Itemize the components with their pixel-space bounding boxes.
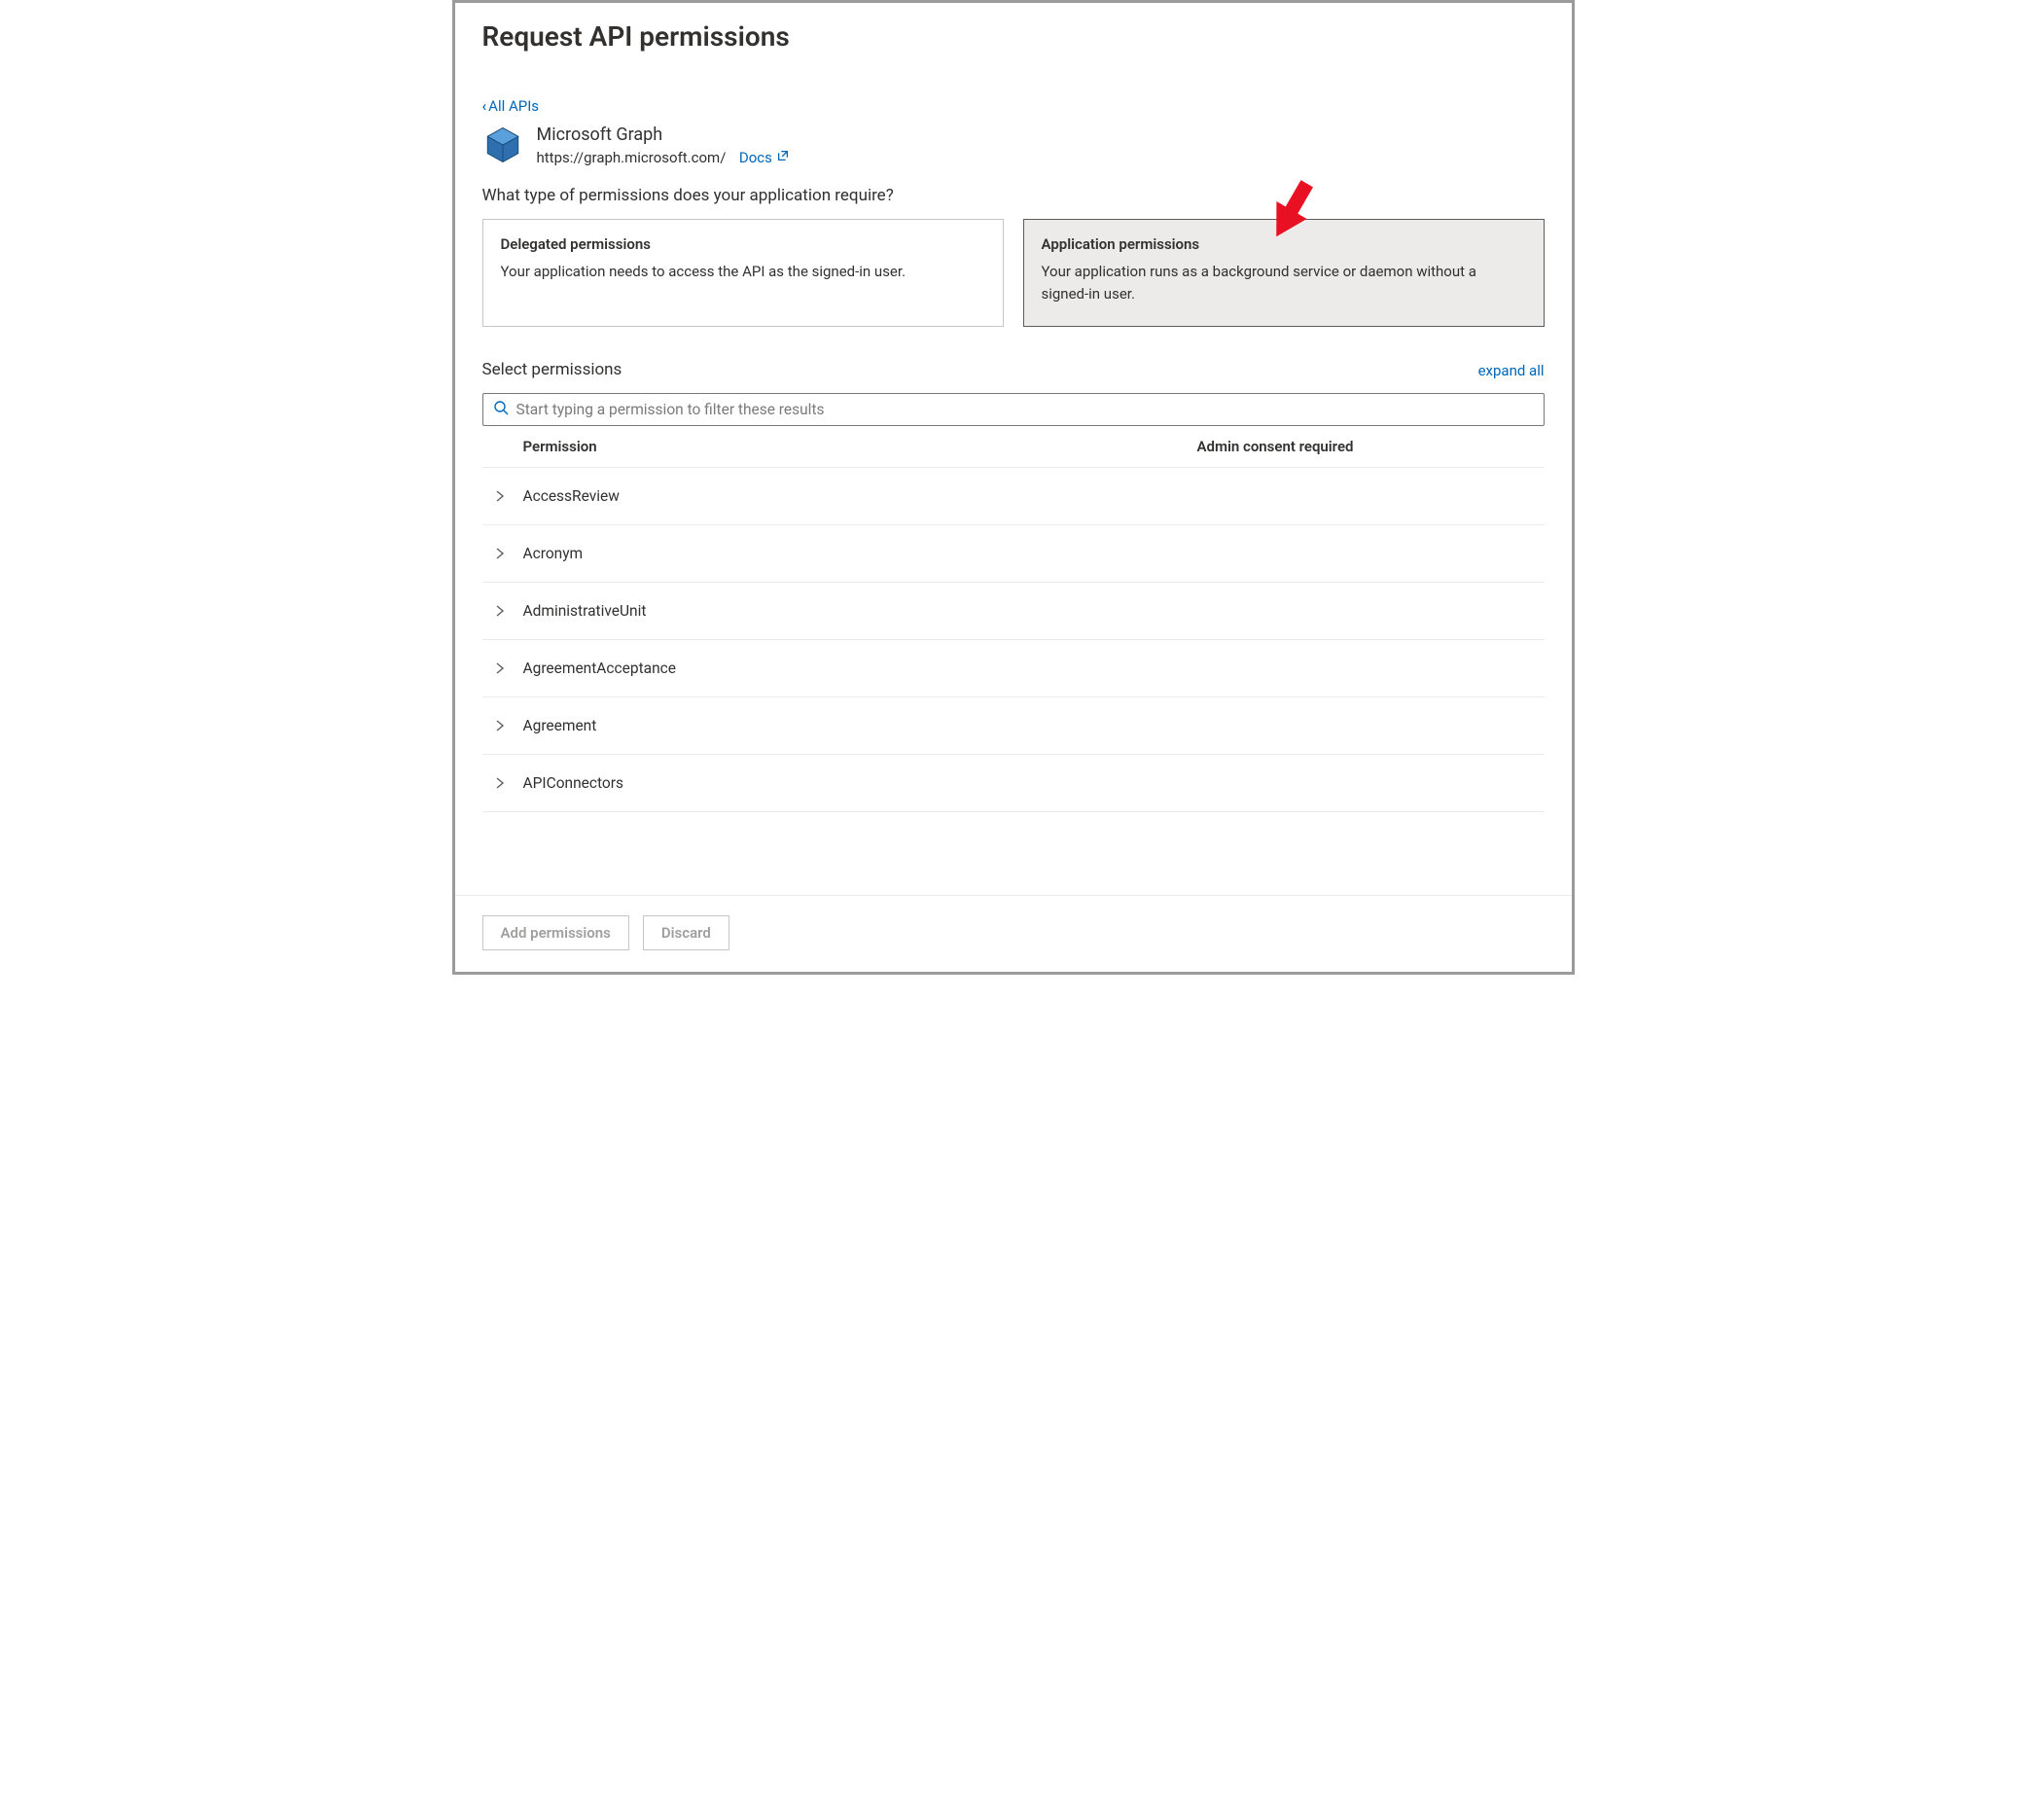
api-name: Microsoft Graph — [537, 125, 790, 145]
permission-label: AgreementAcceptance — [523, 660, 676, 677]
permission-label: AdministrativeUnit — [523, 602, 647, 620]
delegated-permissions-card[interactable]: Delegated permissions Your application n… — [482, 219, 1004, 327]
permission-label: APIConnectors — [523, 774, 624, 792]
permission-row[interactable]: Acronym — [482, 524, 1545, 582]
chevron-right-icon — [494, 777, 506, 789]
permission-type-cards: Delegated permissions Your application n… — [482, 219, 1545, 327]
discard-button[interactable]: Discard — [643, 915, 729, 950]
header: Request API permissions — [455, 3, 1572, 53]
back-link-label: All APIs — [488, 97, 539, 115]
permission-search-input[interactable] — [516, 401, 1534, 418]
delegated-card-desc: Your application needs to access the API… — [501, 261, 985, 283]
docs-link[interactable]: Docs — [739, 149, 790, 166]
page-title: Request API permissions — [482, 20, 790, 53]
application-card-title: Application permissions — [1042, 235, 1526, 253]
application-card-desc: Your application runs as a background se… — [1042, 261, 1526, 304]
close-icon[interactable] — [1533, 20, 1545, 48]
select-permissions-title: Select permissions — [482, 360, 622, 379]
chevron-right-icon — [494, 490, 506, 502]
application-permissions-card[interactable]: Application permissions Your application… — [1023, 219, 1545, 327]
chevron-right-icon — [494, 662, 506, 674]
permission-label: Agreement — [523, 717, 597, 734]
delegated-card-title: Delegated permissions — [501, 235, 985, 253]
permission-label: AccessReview — [523, 487, 620, 505]
panel: Request API permissions ‹ All APIs Micro… — [452, 0, 1575, 975]
permission-columns: Permission Admin consent required — [482, 426, 1545, 467]
chevron-left-icon: ‹ — [482, 97, 487, 115]
permission-row[interactable]: AdministrativeUnit — [482, 582, 1545, 639]
footer: Add permissions Discard — [455, 895, 1572, 972]
external-link-icon — [776, 149, 790, 166]
chevron-right-icon — [494, 720, 506, 732]
content: ‹ All APIs Microsoft Graph https://graph… — [455, 53, 1572, 895]
graph-icon — [482, 125, 523, 165]
expand-all-link[interactable]: expand all — [1478, 362, 1545, 379]
permission-row[interactable]: APIConnectors — [482, 754, 1545, 812]
chevron-right-icon — [494, 548, 506, 559]
permission-row[interactable]: Agreement — [482, 696, 1545, 754]
permission-type-question: What type of permissions does your appli… — [482, 186, 1545, 205]
permission-list: AccessReview Acronym AdministrativeUnit … — [482, 467, 1545, 812]
column-permission: Permission — [523, 438, 1197, 455]
permission-row[interactable]: AgreementAcceptance — [482, 639, 1545, 696]
docs-label: Docs — [739, 149, 772, 166]
permission-row[interactable]: AccessReview — [482, 467, 1545, 524]
column-admin: Admin consent required — [1197, 438, 1545, 455]
chevron-right-icon — [494, 605, 506, 617]
api-text: Microsoft Graph https://graph.microsoft.… — [537, 125, 790, 166]
back-all-apis-link[interactable]: ‹ All APIs — [482, 97, 540, 115]
api-heading: Microsoft Graph https://graph.microsoft.… — [482, 125, 1545, 166]
search-icon — [493, 400, 516, 419]
add-permissions-button[interactable]: Add permissions — [482, 915, 629, 950]
select-permissions-header: Select permissions expand all — [482, 360, 1545, 379]
api-url: https://graph.microsoft.com/ — [537, 149, 727, 166]
permission-label: Acronym — [523, 545, 584, 562]
permission-search[interactable] — [482, 393, 1545, 426]
